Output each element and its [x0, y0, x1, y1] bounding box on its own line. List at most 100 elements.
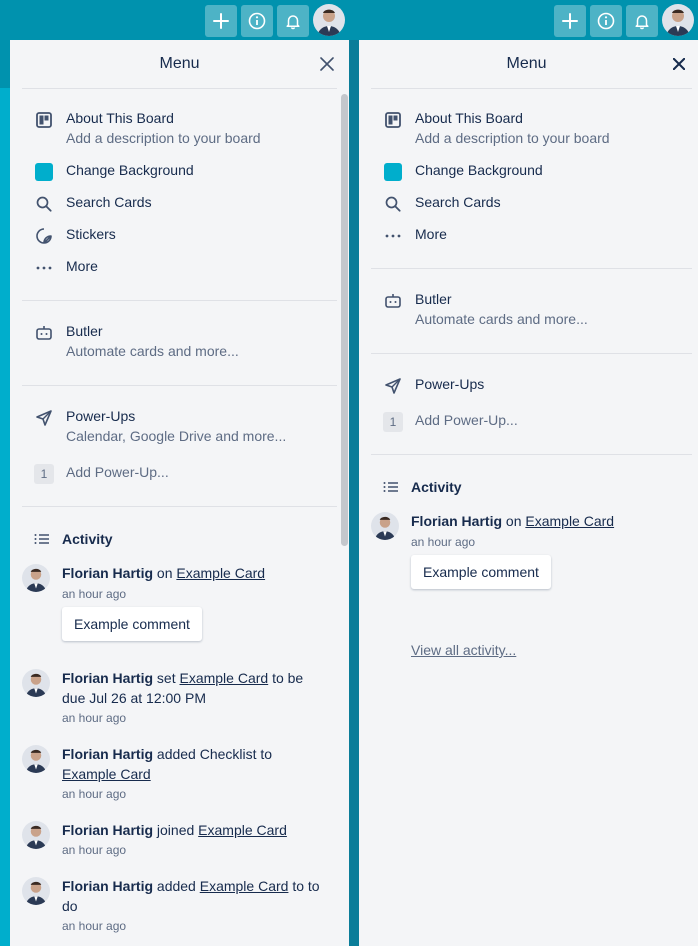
activity-time: an hour ago	[62, 711, 127, 725]
activity-comment[interactable]: Example comment	[411, 555, 551, 589]
change-background-item[interactable]: Change Background	[34, 162, 337, 182]
divider	[371, 353, 692, 354]
menu-header: Menu	[10, 40, 349, 88]
card-link[interactable]: Example Card	[176, 565, 265, 581]
card-link[interactable]: Example Card	[200, 878, 289, 894]
avatar[interactable]	[22, 669, 50, 697]
more-item[interactable]: More	[34, 258, 337, 278]
activity-verb: to to	[288, 878, 320, 894]
about-board-sub: Add a description to your board	[66, 130, 261, 146]
activity-user[interactable]: Florian Hartig	[62, 670, 153, 686]
search-cards-label: Search Cards	[66, 194, 152, 210]
stickers-item[interactable]: Stickers	[34, 226, 337, 246]
board-menu-right: Menu About This Board Add a description …	[359, 40, 698, 946]
create-button[interactable]	[205, 5, 237, 37]
more-label: More	[66, 258, 98, 274]
member-avatar-right[interactable]	[662, 4, 694, 36]
butler-item[interactable]: Butler Automate cards and more...	[383, 291, 686, 331]
power-ups-item[interactable]: Power-Ups	[383, 376, 686, 396]
avatar[interactable]	[22, 821, 50, 849]
activity-time: an hour ago	[411, 535, 476, 549]
avatar[interactable]	[22, 745, 50, 773]
butler-sub: Automate cards and more...	[66, 343, 239, 359]
avatar[interactable]	[22, 877, 50, 905]
background-swatch-icon	[34, 162, 54, 182]
card-link[interactable]: Example Card	[62, 766, 151, 782]
create-button-right[interactable]	[554, 5, 586, 37]
activity-detail: due Jul 26 at 12:00 PM	[62, 690, 206, 706]
user-avatar-icon	[371, 512, 399, 540]
add-power-up-item[interactable]: 1 Add Power-Up...	[383, 412, 686, 432]
divider	[22, 506, 337, 507]
activity-user[interactable]: Florian Hartig	[62, 878, 153, 894]
divider	[22, 385, 337, 386]
notifications-button[interactable]	[277, 5, 309, 37]
power-ups-sub: Calendar, Google Drive and more...	[66, 428, 287, 444]
board-gap	[349, 40, 359, 946]
plus-icon	[213, 13, 229, 29]
user-avatar-icon	[22, 564, 50, 592]
info-button-right[interactable]	[590, 5, 622, 37]
activity-verb: to be	[268, 670, 304, 686]
activity-user[interactable]: Florian Hartig	[62, 822, 153, 838]
close-icon	[673, 58, 685, 70]
activity-time: an hour ago	[62, 843, 127, 857]
divider	[371, 268, 692, 269]
notifications-button-right[interactable]	[626, 5, 658, 37]
info-button[interactable]	[241, 5, 273, 37]
power-up-count-badge: 1	[34, 464, 54, 484]
more-dots-icon	[34, 258, 54, 278]
activity-text: Florian Hartig set Example Card to be due…	[62, 668, 337, 708]
board-menu-left: Menu About This Board Add a description …	[10, 40, 349, 946]
card-link[interactable]: Example Card	[179, 670, 268, 686]
close-icon	[320, 57, 334, 71]
activity-verb: joined	[153, 822, 199, 838]
power-up-count-badge: 1	[383, 412, 403, 432]
top-bar	[0, 0, 698, 40]
card-link[interactable]: Example Card	[525, 513, 614, 529]
change-background-item[interactable]: Change Background	[383, 162, 686, 182]
activity-time: an hour ago	[62, 787, 127, 801]
about-board-item[interactable]: About This Board Add a description to yo…	[383, 110, 686, 150]
view-all-activity-link[interactable]: View all activity...	[411, 642, 516, 658]
more-item[interactable]: More	[383, 226, 686, 246]
avatar[interactable]	[22, 564, 50, 592]
butler-item[interactable]: Butler Automate cards and more...	[34, 323, 337, 363]
about-board-sub: Add a description to your board	[415, 130, 610, 146]
activity-text: Florian Hartig joined Example Card	[62, 820, 337, 840]
user-avatar-icon	[22, 745, 50, 773]
close-menu-button[interactable]	[669, 54, 689, 74]
activity-comment[interactable]: Example comment	[62, 607, 202, 641]
butler-robot-icon	[383, 291, 403, 311]
member-avatar[interactable]	[313, 4, 345, 36]
activity-user[interactable]: Florian Hartig	[411, 513, 502, 529]
activity-verb: on	[153, 565, 177, 581]
about-board-item[interactable]: About This Board Add a description to yo…	[34, 110, 337, 150]
add-power-up-label: Add Power-Up...	[415, 412, 518, 428]
search-icon	[383, 194, 403, 214]
avatar[interactable]	[371, 512, 399, 540]
board-icon	[383, 110, 403, 130]
search-cards-item[interactable]: Search Cards	[383, 194, 686, 214]
about-board-label: About This Board	[415, 110, 523, 126]
activity-text: Florian Hartig added Example Card to to d…	[62, 876, 337, 916]
activity-user[interactable]: Florian Hartig	[62, 746, 153, 762]
power-ups-item[interactable]: Power-Ups Calendar, Google Drive and mor…	[34, 408, 337, 448]
card-link[interactable]: Example Card	[198, 822, 287, 838]
power-ups-label: Power-Ups	[66, 408, 136, 424]
activity-user[interactable]: Florian Hartig	[62, 565, 153, 581]
change-background-label: Change Background	[66, 162, 194, 178]
activity-verb: set	[153, 670, 180, 686]
menu-title: Menu	[159, 55, 200, 72]
activity-verb: on	[502, 513, 526, 529]
rocket-icon	[383, 376, 403, 396]
search-cards-item[interactable]: Search Cards	[34, 194, 337, 214]
add-power-up-item[interactable]: 1 Add Power-Up...	[34, 464, 337, 484]
user-avatar-icon	[662, 4, 694, 36]
activity-title: Activity	[62, 531, 113, 547]
activity-text: Florian Hartig on Example Card	[411, 511, 691, 531]
close-menu-button[interactable]	[317, 54, 337, 74]
sticker-icon	[34, 226, 54, 246]
scrollbar-thumb[interactable]	[341, 94, 348, 546]
activity-text: Florian Hartig added Checklist to Example…	[62, 744, 337, 784]
